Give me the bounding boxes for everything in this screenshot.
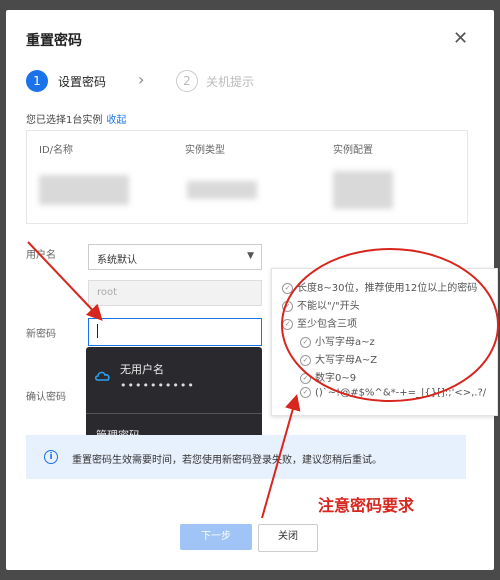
autofill-username[interactable]: 无用户名: [120, 361, 164, 377]
step-1-indicator: 1: [26, 70, 48, 92]
info-banner-text: 重置密码生效需要时间，若您使用新密码登录失败，建议您稍后重试。: [72, 455, 382, 466]
rule-text: 大写字母A~Z: [315, 355, 378, 366]
column-header-type: 实例类型: [185, 145, 225, 156]
close-icon[interactable]: ✕: [453, 30, 468, 48]
column-header-config: 实例配置: [333, 145, 373, 156]
rule-text: 小写字母a~z: [315, 337, 375, 348]
username-select-value: 系统默认: [97, 255, 137, 266]
rule-text: 数字0~9: [315, 373, 357, 384]
blurred-cell-config: [333, 171, 393, 209]
username-label: 用户名: [26, 250, 56, 261]
username-readonly-field: root: [88, 280, 262, 306]
rule-text: 至少包含三项: [297, 319, 357, 330]
blurred-cell-type: [187, 181, 257, 199]
password-rules-tooltip: ✓ 长度8~30位，推荐使用12位以上的密码 ✓ 不能以"/"开头 ✓ 至少包含三项 …: [271, 268, 498, 416]
text-cursor: [97, 324, 98, 338]
divider: [86, 413, 262, 414]
rule-item: ✓ 至少包含三项: [282, 315, 357, 330]
dialog-title: 重置密码: [26, 33, 82, 49]
check-circle-icon: ✓: [300, 372, 311, 384]
rule-item: ✓ 数字0~9: [300, 369, 356, 384]
cloud-key-icon: [94, 371, 110, 381]
rule-text: ()`~!@#$%^&*-+=_|{}[]:;'<>,.?/: [315, 387, 487, 399]
check-circle-icon: ✓: [282, 282, 293, 294]
reset-password-dialog: 重置密码 ✕ 1 设置密码 › 2 关机提示 您已选择1台实例 收起 ID/名称 …: [6, 10, 498, 570]
blurred-cell-id: [39, 175, 129, 205]
check-circle-icon: ✓: [282, 300, 293, 312]
rule-item: ✓ ()`~!@#$%^&*-+=_|{}[]:;'<>,.?/: [300, 387, 486, 399]
step-2-label: 关机提示: [206, 75, 255, 89]
caret-down-icon: ▼: [247, 251, 254, 261]
info-banner: i 重置密码生效需要时间，若您使用新密码登录失败，建议您稍后重试。: [26, 435, 466, 479]
autofill-password-mask: ••••••••••: [120, 379, 195, 392]
step-1-label: 设置密码: [58, 75, 107, 89]
username-readonly-value: root: [97, 287, 118, 298]
rule-item: ✓ 不能以"/"开头: [282, 297, 360, 312]
rule-text: 不能以"/"开头: [297, 301, 360, 312]
rule-item: ✓ 小写字母a~z: [300, 333, 375, 348]
rule-item: ✓ 大写字母A~Z: [300, 351, 377, 366]
new-password-label: 新密码: [26, 329, 56, 340]
column-header-id: ID/名称: [39, 145, 74, 156]
selection-text: 您已选择1台实例: [26, 115, 103, 126]
info-icon: i: [44, 450, 58, 464]
check-circle-icon: ✓: [300, 354, 311, 366]
check-circle-icon: ✓: [300, 387, 311, 398]
next-step-button[interactable]: 下一步: [180, 524, 252, 550]
annotation-text: 注意密码要求: [318, 496, 415, 515]
chevron-right-icon: ›: [138, 70, 145, 89]
password-autofill-dropdown[interactable]: 无用户名 •••••••••• 管理密码...: [86, 347, 262, 447]
selection-summary: 您已选择1台实例 收起: [26, 111, 126, 126]
collapse-link[interactable]: 收起: [106, 115, 126, 126]
rule-text: 长度8~30位，推荐使用12位以上的密码: [297, 283, 478, 294]
step-2-indicator: 2: [176, 70, 198, 92]
check-circle-icon: ✓: [300, 336, 311, 348]
close-button[interactable]: 关闭: [258, 524, 318, 552]
username-select[interactable]: 系统默认 ▼: [88, 244, 262, 270]
watermark: 知乎 @circle桐: [396, 552, 480, 566]
confirm-password-label: 确认密码: [26, 392, 66, 403]
rule-item: ✓ 长度8~30位，推荐使用12位以上的密码: [282, 279, 477, 294]
new-password-input[interactable]: [88, 318, 262, 346]
check-circle-icon: ✓: [282, 318, 293, 330]
instance-table: ID/名称 实例类型 实例配置: [26, 130, 468, 224]
